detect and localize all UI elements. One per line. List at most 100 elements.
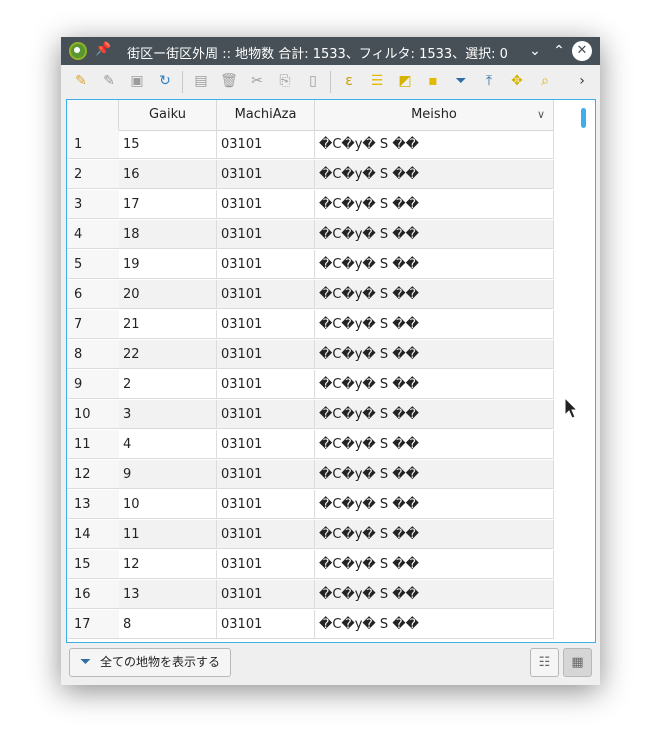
attribute-table[interactable]: Gaiku MachiAza Meisho ∨ 1 15 03101 �C�y� S … <box>66 99 596 643</box>
column-header-meisho[interactable]: Meisho ∨ <box>315 100 554 131</box>
cell-meisho[interactable]: �C�y� S �� <box>315 280 554 309</box>
row-header-corner[interactable] <box>67 100 119 131</box>
table-row[interactable]: 11 4 03101 �C�y� S �� <box>67 430 554 460</box>
cell-gaiku[interactable]: 18 <box>119 220 217 249</box>
reload-icon[interactable]: ↻ <box>156 72 174 90</box>
table-row[interactable]: 17 8 03101 �C�y� S �� <box>67 610 554 640</box>
cell-meisho[interactable]: �C�y� S �� <box>315 250 554 279</box>
row-number[interactable]: 7 <box>67 310 119 339</box>
table-row[interactable]: 16 13 03101 �C�y� S �� <box>67 580 554 610</box>
cell-meisho[interactable]: �C�y� S �� <box>315 310 554 339</box>
cell-machiaza[interactable]: 03101 <box>217 370 315 399</box>
cell-machiaza[interactable]: 03101 <box>217 250 315 279</box>
filter-icon[interactable]: ⏷ <box>452 72 470 90</box>
cell-machiaza[interactable]: 03101 <box>217 430 315 459</box>
cell-gaiku[interactable]: 2 <box>119 370 217 399</box>
cell-machiaza[interactable]: 03101 <box>217 130 315 159</box>
invert-selection-icon[interactable]: ◩ <box>396 72 414 90</box>
table-row[interactable]: 10 3 03101 �C�y� S �� <box>67 400 554 430</box>
table-row[interactable]: 5 19 03101 �C�y� S �� <box>67 250 554 280</box>
cell-gaiku[interactable]: 22 <box>119 340 217 369</box>
table-row[interactable]: 7 21 03101 �C�y� S �� <box>67 310 554 340</box>
table-row[interactable]: 8 22 03101 �C�y� S �� <box>67 340 554 370</box>
multi-edit-icon[interactable]: ✎ <box>100 72 118 90</box>
table-row[interactable]: 13 10 03101 �C�y� S �� <box>67 490 554 520</box>
cell-machiaza[interactable]: 03101 <box>217 400 315 429</box>
row-number[interactable]: 2 <box>67 160 119 189</box>
cell-meisho[interactable]: �C�y� S �� <box>315 190 554 219</box>
scrollbar-thumb[interactable] <box>581 108 586 128</box>
cell-meisho[interactable]: �C�y� S �� <box>315 340 554 369</box>
row-number[interactable]: 4 <box>67 220 119 249</box>
table-row[interactable]: 9 2 03101 �C�y� S �� <box>67 370 554 400</box>
cell-meisho[interactable]: �C�y� S �� <box>315 610 554 639</box>
cell-meisho[interactable]: �C�y� S �� <box>315 370 554 399</box>
vertical-scrollbar[interactable] <box>575 100 595 642</box>
table-row[interactable]: 2 16 03101 �C�y� S �� <box>67 160 554 190</box>
show-all-features-button[interactable]: ⏷ 全ての地物を表示する <box>69 648 231 677</box>
deselect-icon[interactable]: ▪ <box>424 72 442 90</box>
cell-gaiku[interactable]: 15 <box>119 130 217 159</box>
row-number[interactable]: 16 <box>67 580 119 609</box>
cell-machiaza[interactable]: 03101 <box>217 340 315 369</box>
cell-gaiku[interactable]: 13 <box>119 580 217 609</box>
table-row[interactable]: 14 11 03101 �C�y� S �� <box>67 520 554 550</box>
cell-gaiku[interactable]: 12 <box>119 550 217 579</box>
save-edits-icon[interactable]: ▣ <box>128 72 146 90</box>
cell-gaiku[interactable]: 8 <box>119 610 217 639</box>
more-icon[interactable]: › <box>573 72 591 90</box>
row-number[interactable]: 8 <box>67 340 119 369</box>
cell-gaiku[interactable]: 10 <box>119 490 217 519</box>
copy-icon[interactable]: ⎘ <box>276 72 294 90</box>
pin-icon[interactable]: 📌 <box>95 42 111 57</box>
cell-meisho[interactable]: �C�y� S �� <box>315 220 554 249</box>
row-number[interactable]: 13 <box>67 490 119 519</box>
table-row[interactable]: 15 12 03101 �C�y� S �� <box>67 550 554 580</box>
cell-meisho[interactable]: �C�y� S �� <box>315 160 554 189</box>
toggle-editing-icon[interactable]: ✎ <box>72 72 90 90</box>
row-number[interactable]: 15 <box>67 550 119 579</box>
row-number[interactable]: 9 <box>67 370 119 399</box>
table-row[interactable]: 1 15 03101 �C�y� S �� <box>67 130 554 160</box>
maximize-button[interactable]: ⌃ <box>549 41 569 61</box>
table-row[interactable]: 12 9 03101 �C�y� S �� <box>67 460 554 490</box>
cell-meisho[interactable]: �C�y� S �� <box>315 490 554 519</box>
cell-gaiku[interactable]: 21 <box>119 310 217 339</box>
paste-icon[interactable]: ▯ <box>304 72 322 90</box>
cell-gaiku[interactable]: 9 <box>119 460 217 489</box>
cell-gaiku[interactable]: 19 <box>119 250 217 279</box>
row-number[interactable]: 14 <box>67 520 119 549</box>
delete-feature-icon[interactable]: 🗑 <box>220 72 238 90</box>
cell-machiaza[interactable]: 03101 <box>217 610 315 639</box>
cell-machiaza[interactable]: 03101 <box>217 550 315 579</box>
cell-machiaza[interactable]: 03101 <box>217 190 315 219</box>
table-row[interactable]: 4 18 03101 �C�y� S �� <box>67 220 554 250</box>
cell-machiaza[interactable]: 03101 <box>217 310 315 339</box>
column-header-machiaza[interactable]: MachiAza <box>217 100 315 131</box>
cell-machiaza[interactable]: 03101 <box>217 160 315 189</box>
cell-gaiku[interactable]: 3 <box>119 400 217 429</box>
table-row[interactable]: 6 20 03101 �C�y� S �� <box>67 280 554 310</box>
cell-machiaza[interactable]: 03101 <box>217 490 315 519</box>
table-view-button[interactable]: ▦ <box>563 648 592 677</box>
cell-machiaza[interactable]: 03101 <box>217 580 315 609</box>
cell-gaiku[interactable]: 4 <box>119 430 217 459</box>
minimize-button[interactable]: ⌄ <box>525 41 545 61</box>
cell-meisho[interactable]: �C�y� S �� <box>315 400 554 429</box>
cell-meisho[interactable]: �C�y� S �� <box>315 580 554 609</box>
table-row[interactable]: 3 17 03101 �C�y� S �� <box>67 190 554 220</box>
move-selection-top-icon[interactable]: ⤒ <box>480 72 498 90</box>
title-bar[interactable]: 📌 街区ー街区外周 :: 地物数 合計: 1533、フィルタ: 1533、選択:… <box>61 37 600 65</box>
cell-machiaza[interactable]: 03101 <box>217 280 315 309</box>
row-number[interactable]: 6 <box>67 280 119 309</box>
cell-machiaza[interactable]: 03101 <box>217 520 315 549</box>
add-feature-icon[interactable]: ▤ <box>192 72 210 90</box>
close-button[interactable]: ✕ <box>572 41 592 61</box>
zoom-to-selection-icon[interactable]: ⌕ <box>536 72 554 90</box>
cell-meisho[interactable]: �C�y� S �� <box>315 550 554 579</box>
row-number[interactable]: 12 <box>67 460 119 489</box>
column-header-gaiku[interactable]: Gaiku <box>119 100 217 131</box>
cell-meisho[interactable]: �C�y� S �� <box>315 520 554 549</box>
row-number[interactable]: 1 <box>67 130 119 159</box>
row-number[interactable]: 3 <box>67 190 119 219</box>
